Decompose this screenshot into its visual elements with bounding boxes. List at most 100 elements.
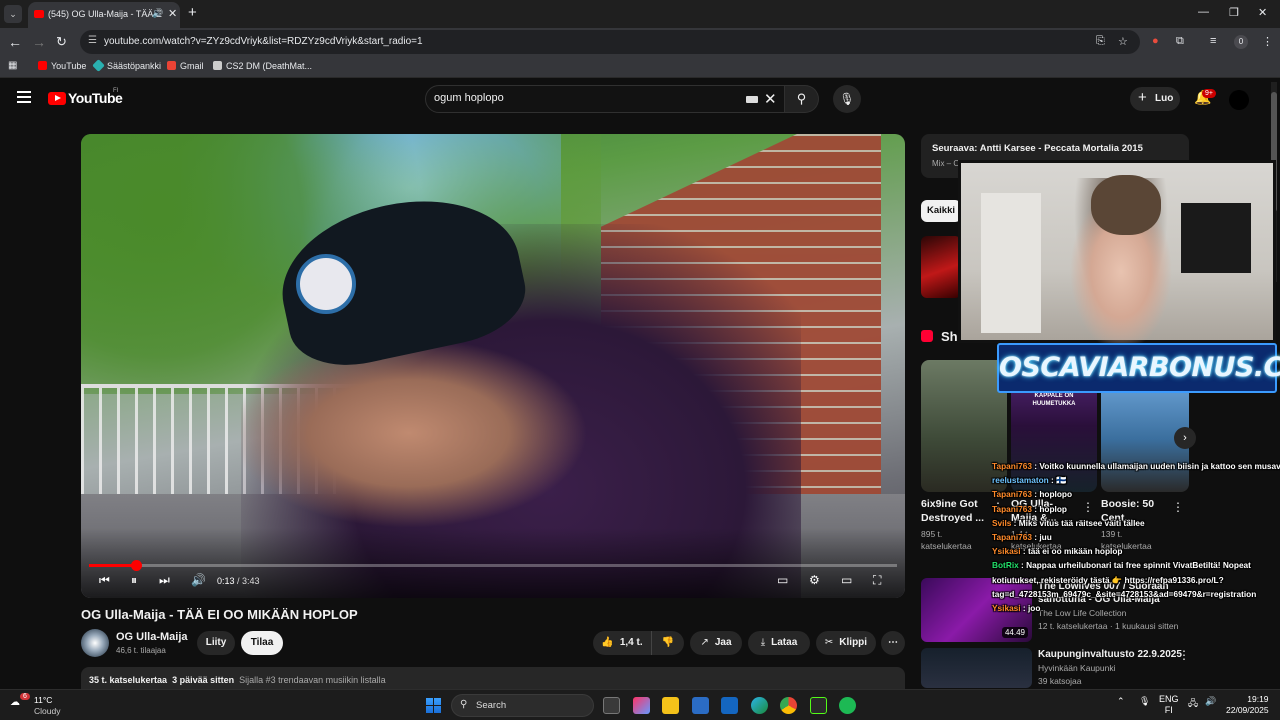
tab-close-icon[interactable]: ✕	[168, 7, 177, 20]
task-view-icon[interactable]	[603, 697, 620, 714]
voice-search-button[interactable]: 🎙	[833, 85, 861, 113]
chat-username: Svils	[992, 517, 1012, 528]
tab-search-button[interactable]: ⌄	[4, 5, 22, 23]
clear-search-icon[interactable]: ✕	[764, 90, 777, 108]
subscriber-count: 46,6 t. tilaajaa	[116, 646, 166, 655]
edge-icon[interactable]	[751, 697, 768, 714]
tab-audio-icon[interactable]: 🔊	[152, 8, 163, 19]
video-2-menu-icon[interactable]: ⋮	[1178, 648, 1190, 662]
tab-title: (545) OG Ulla-Maija - TÄÄ E	[48, 9, 162, 19]
bookmark-youtube[interactable]: YouTube	[38, 61, 86, 71]
browser-tab-active[interactable]: (545) OG Ulla-Maija - TÄÄ E 🔊 ✕	[28, 2, 180, 28]
spotify-icon[interactable]	[839, 697, 856, 714]
short-1-title[interactable]: 6ix9ine Got Destroyed ...	[921, 497, 987, 525]
next-icon[interactable]: ⏭	[159, 573, 170, 588]
network-icon[interactable]: 🖧	[1188, 696, 1198, 712]
download-button[interactable]: ⤓ Lataa	[748, 631, 810, 655]
volume-icon[interactable]: 🔊	[191, 573, 206, 587]
media-controls-icon[interactable]: ≡	[1210, 35, 1216, 47]
chat-text: Voitko kuunnella ullamaijan uuden biisin…	[1039, 461, 1280, 471]
keyboard-icon[interactable]	[746, 96, 758, 103]
account-avatar[interactable]	[1229, 90, 1249, 110]
like-count: 1,4 t.	[619, 637, 643, 648]
windows-start-icon[interactable]	[426, 698, 441, 713]
video-thumbnail-2[interactable]	[921, 648, 1032, 688]
youtube-logo-icon[interactable]	[48, 92, 66, 105]
channel-name[interactable]: OG Ulla-Maija	[116, 631, 188, 643]
chat-text: tag=d_4728153m_69479c_&site=4728153&ad=6…	[992, 588, 1257, 599]
bookmark-star-icon[interactable]: ☆	[1118, 35, 1128, 48]
bookmark-cs2dm[interactable]: CS2 DM (DeathMat...	[213, 61, 312, 71]
store-icon[interactable]	[692, 697, 709, 714]
share-button[interactable]: ↗ Jaa	[690, 631, 742, 655]
settings-gear-icon[interactable]: ⚙	[809, 573, 820, 587]
join-button[interactable]: Liity	[197, 631, 235, 655]
taskbar-search[interactable]: ⚲ Search	[451, 694, 594, 717]
clip-button[interactable]: ✂ Klippi	[816, 631, 876, 655]
outlook-icon[interactable]	[721, 697, 738, 714]
bookmark-gmail[interactable]: Gmail	[167, 61, 204, 71]
menu-hamburger-icon[interactable]	[17, 91, 31, 103]
back-icon[interactable]: ←	[8, 34, 22, 50]
progress-scrubber[interactable]	[130, 560, 142, 571]
forward-icon[interactable]: →	[32, 34, 46, 50]
close-window-button[interactable]: ✕	[1258, 6, 1267, 19]
sponsor-brand-banner: OSCAVIARBONUS.COM	[997, 343, 1280, 393]
bookmark-saastopankki[interactable]: Säästöpankki	[92, 59, 161, 72]
apps-grid-icon[interactable]: ▦	[8, 60, 17, 71]
file-explorer-icon[interactable]	[662, 697, 679, 714]
kick-app-icon[interactable]	[810, 697, 827, 714]
progress-bar[interactable]	[89, 560, 897, 571]
chat-message: Tapani763 : hoplop	[992, 503, 1067, 514]
shorts-next-arrow-icon[interactable]: ›	[1174, 427, 1196, 449]
theater-mode-icon[interactable]: ▭	[841, 573, 852, 587]
new-tab-button[interactable]: +	[188, 4, 197, 21]
recommended-thumbnail[interactable]	[921, 236, 961, 298]
chrome-icon[interactable]	[780, 697, 797, 714]
reload-icon[interactable]: ↻	[56, 34, 67, 50]
cap-logo-badge	[296, 254, 356, 314]
install-app-icon[interactable]: ⎘	[1096, 35, 1105, 48]
thumbs-down-icon: 👎	[661, 637, 675, 648]
profile-avatar[interactable]: 0	[1234, 35, 1248, 49]
fullscreen-icon[interactable]: ⛶	[873, 573, 881, 588]
site-info-icon[interactable]: ☰	[88, 35, 97, 46]
shorts-icon	[921, 330, 933, 342]
browser-menu-icon[interactable]: ⋮	[1262, 35, 1273, 48]
search-box[interactable]: ✕	[425, 85, 785, 113]
address-bar[interactable]: ☰ youtube.com/watch?v=ZYz9cdVriyk&list=R…	[80, 30, 1140, 54]
like-button[interactable]: 👍 1,4 t.	[593, 631, 652, 655]
chat-text: tää ei oo mikään hoplop	[1027, 546, 1123, 557]
pause-icon[interactable]: ⏸	[131, 573, 137, 588]
previous-icon[interactable]: ⏮	[99, 573, 110, 588]
channel-avatar[interactable]	[81, 629, 109, 657]
subtitles-icon[interactable]: ▭	[777, 573, 788, 587]
chat-message: Tapani763 : Voitko kuunnella ullamaijan …	[992, 459, 1280, 473]
restore-button[interactable]: ❐	[1229, 6, 1239, 19]
video-2-title[interactable]: Kaupunginvaltuusto 22.9.2025	[1038, 649, 1182, 660]
extension-red-icon[interactable]: ●	[1152, 35, 1159, 47]
bookmarks-bar: ▦ YouTube Säästöpankki Gmail CS2 DM (Dea…	[0, 56, 1280, 78]
extensions-puzzle-icon[interactable]: ⧉	[1176, 35, 1184, 48]
sound-icon[interactable]: 🔊	[1205, 696, 1216, 707]
microphone-tray-icon[interactable]: 🎙	[1139, 696, 1150, 707]
tray-overflow-icon[interactable]: ⌃	[1117, 696, 1125, 707]
chat-username: Ysikasi	[992, 603, 1021, 614]
controls-gradient	[81, 528, 905, 598]
minimize-button[interactable]: —	[1198, 6, 1209, 18]
up-next-title: Seuraava: Antti Karsee - Peccata Mortali…	[932, 143, 1143, 154]
more-actions-button[interactable]: ⋯	[881, 631, 905, 655]
copilot-icon[interactable]	[633, 697, 650, 714]
system-clock[interactable]: 19:19 22/09/2025	[1226, 694, 1269, 716]
webcam-overlay	[958, 160, 1276, 348]
subscribe-button[interactable]: Tilaa	[241, 631, 283, 655]
video-player[interactable]: ⏮ ⏸ ⏭ 🔊 0:13 / 3:43 ▭ ⚙ ▭ ⛶	[81, 134, 905, 598]
search-button[interactable]: ⚲	[785, 85, 819, 113]
language-indicator[interactable]: ENG FI	[1159, 694, 1179, 716]
create-button[interactable]: + Luo	[1130, 87, 1180, 111]
filter-chip-all[interactable]: Kaikki	[921, 200, 961, 222]
saastopankki-icon	[92, 59, 105, 72]
dislike-button[interactable]: 👎	[652, 631, 684, 655]
search-input[interactable]	[434, 92, 734, 104]
video-2-channel[interactable]: Hyvinkään Kaupunki	[1038, 663, 1116, 673]
